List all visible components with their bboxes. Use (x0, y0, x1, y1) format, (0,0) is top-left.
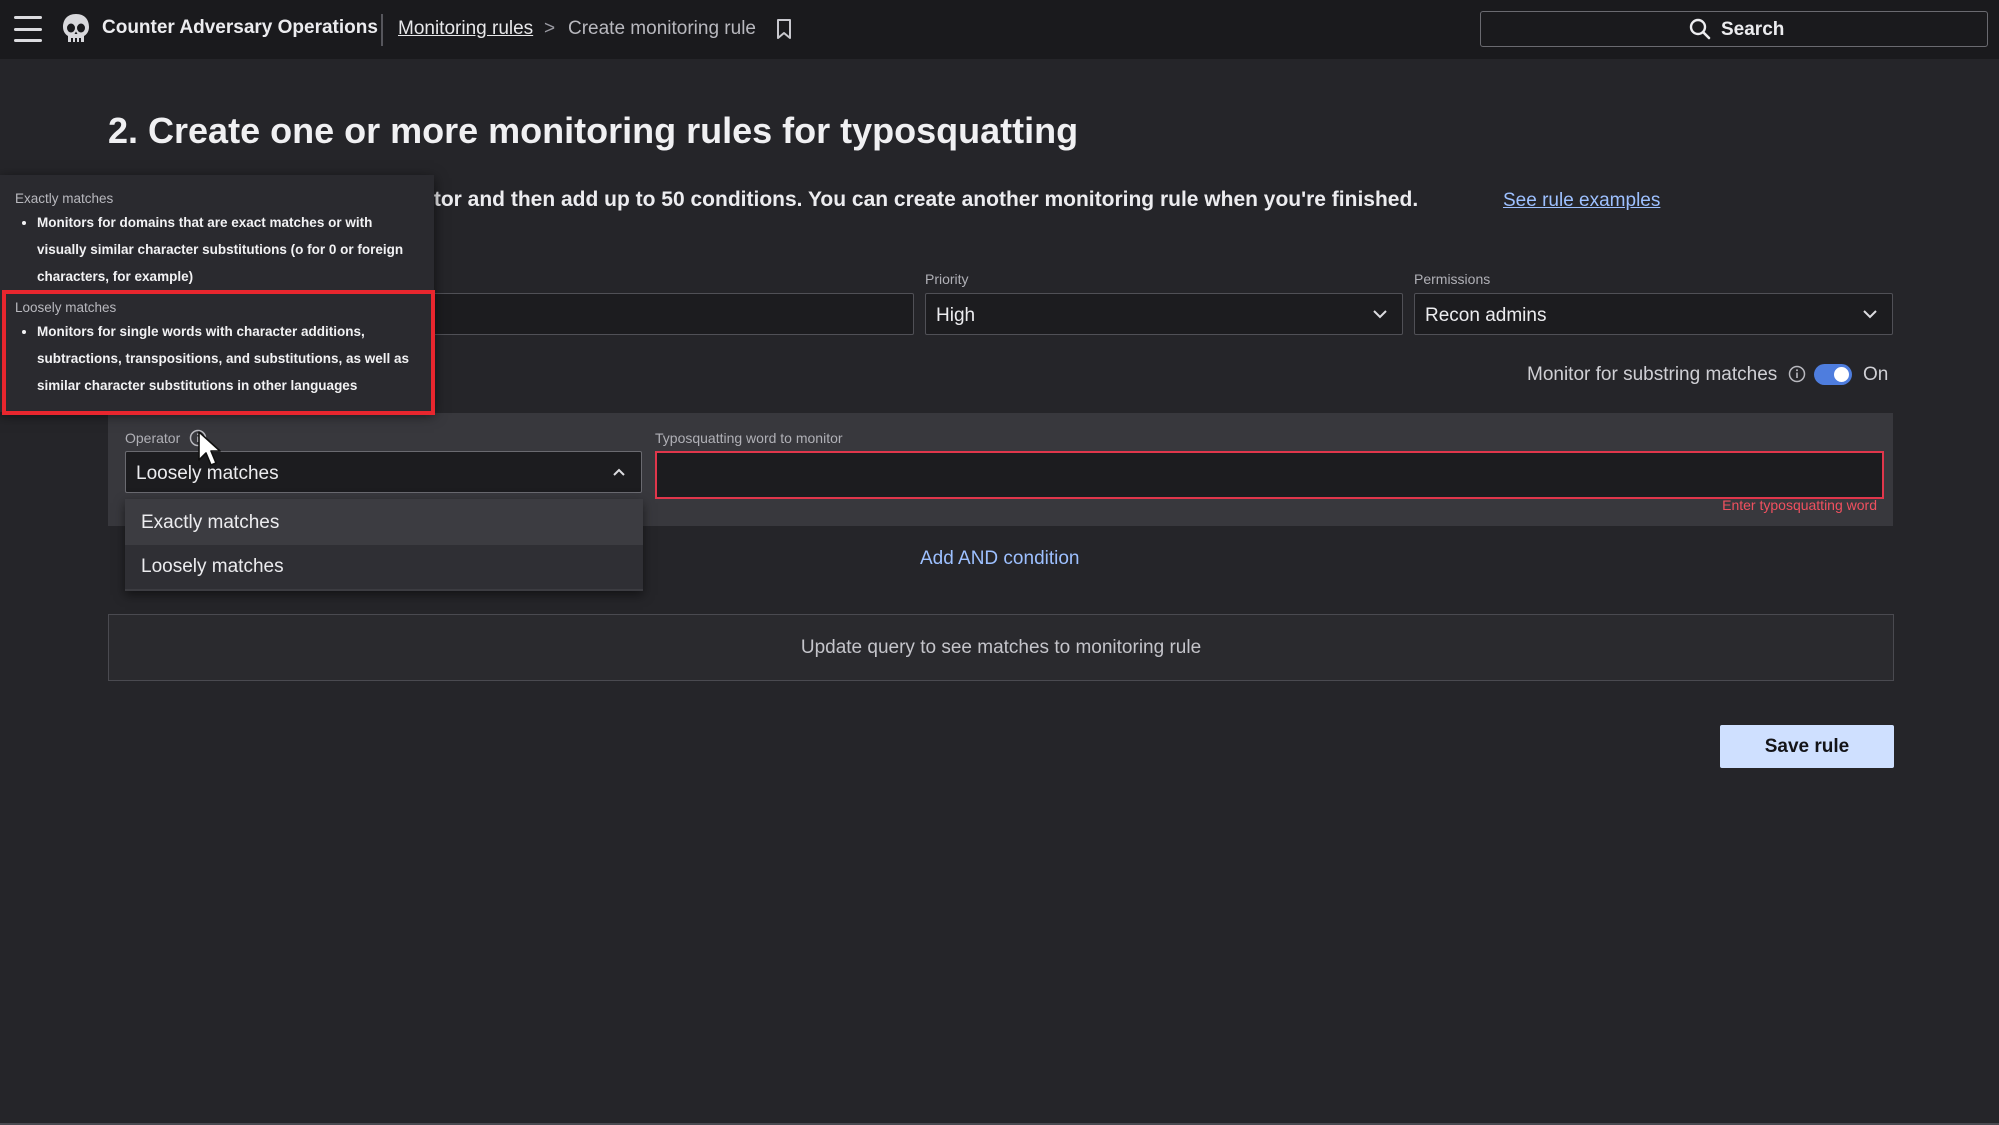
search-label: Search (1721, 19, 1785, 40)
operator-dropdown-menu: Exactly matches Loosely matches (125, 499, 643, 591)
priority-value: High (936, 305, 976, 326)
page-description: itor and then add up to 50 conditions. Y… (428, 188, 1419, 211)
chevron-down-icon (1373, 310, 1387, 319)
search-icon (1689, 18, 1711, 40)
info-icon[interactable] (1788, 365, 1806, 383)
operator-option-loosely[interactable]: Loosely matches (125, 545, 643, 589)
permissions-label: Permissions (1414, 271, 1491, 287)
toggle-knob (1834, 367, 1849, 382)
global-search-button[interactable]: Search (1480, 11, 1988, 47)
page-title: 2. Create one or more monitoring rules f… (108, 110, 1079, 151)
chevron-down-icon (1863, 310, 1877, 319)
substring-matches-toggle[interactable] (1814, 364, 1852, 385)
matches-preview-text: Update query to see matches to monitorin… (800, 637, 1202, 658)
save-rule-button[interactable]: Save rule (1720, 725, 1894, 768)
operator-option-exactly[interactable]: Exactly matches (125, 501, 643, 545)
substring-matches-label: Monitor for substring matches (1527, 364, 1778, 385)
skull-logo-icon[interactable] (60, 12, 92, 46)
tooltip-exact-text: Monitors for domains that are exact matc… (37, 209, 415, 290)
permissions-select[interactable]: Recon admins (1414, 293, 1893, 335)
breadcrumb-separator: > (544, 18, 556, 39)
breadcrumb-current: Create monitoring rule (568, 18, 756, 39)
see-rule-examples-link[interactable]: See rule examples (1503, 190, 1660, 212)
breadcrumb-monitoring-rules-link[interactable]: Monitoring rules (398, 18, 533, 40)
priority-label: Priority (925, 271, 969, 287)
permissions-value: Recon admins (1425, 305, 1547, 326)
operator-label: Operator (125, 430, 181, 446)
mouse-pointer-icon (198, 431, 221, 466)
priority-select[interactable]: High (925, 293, 1403, 335)
add-and-condition-button[interactable]: Add AND condition (920, 548, 1080, 570)
typosquatting-word-label: Typosquatting word to monitor (655, 430, 843, 446)
matches-preview: Update query to see matches to monitorin… (108, 614, 1894, 681)
rule-name-input[interactable] (400, 293, 914, 335)
loosely-matches-highlight (2, 290, 435, 415)
tooltip-exact-list: Monitors for domains that are exact matc… (15, 209, 415, 290)
app-title: Counter Adversary Operations (102, 17, 378, 38)
header-divider (381, 14, 383, 46)
hamburger-icon[interactable] (14, 16, 42, 42)
bookmark-icon[interactable] (774, 18, 794, 40)
chevron-up-icon (613, 468, 625, 476)
tooltip-exact-heading: Exactly matches (15, 191, 114, 206)
typosquatting-word-error: Enter typosquatting word (1722, 497, 1877, 513)
substring-toggle-state: On (1863, 364, 1889, 385)
typosquatting-word-input[interactable] (655, 451, 1884, 499)
